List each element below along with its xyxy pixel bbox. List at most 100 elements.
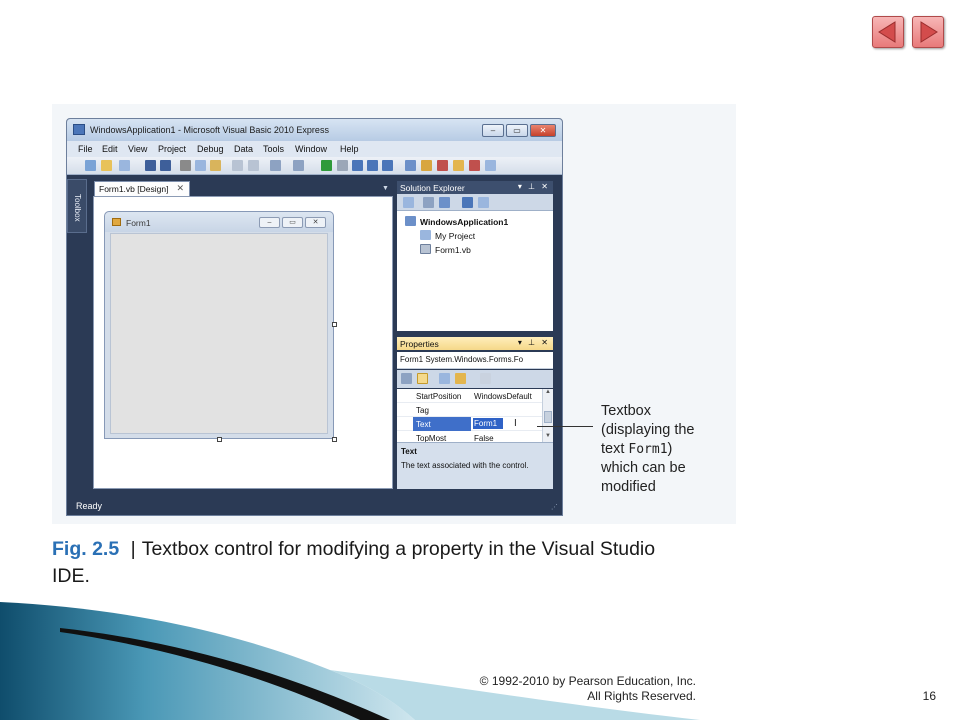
property-grid-scrollbar[interactable]: ▲ ▼ (542, 389, 553, 442)
show-all-files-icon[interactable] (423, 197, 434, 208)
property-value: WindowsDefault (474, 392, 532, 401)
menu-data[interactable]: Data (234, 144, 253, 154)
object-browser-icon[interactable] (453, 160, 464, 171)
text-property-textbox[interactable] (473, 418, 503, 429)
add-item-icon[interactable] (119, 160, 130, 171)
save-all-icon[interactable] (160, 160, 171, 171)
status-bar: Ready ⋰ (67, 496, 562, 515)
resize-handle-corner[interactable] (332, 437, 337, 442)
menu-debug[interactable]: Debug (197, 144, 224, 154)
output-window-icon[interactable] (485, 160, 496, 171)
property-row[interactable]: Tag (397, 403, 542, 417)
refresh-icon[interactable] (439, 197, 450, 208)
toolbox-label: Toolbox (73, 194, 82, 222)
menu-edit[interactable]: Edit (102, 144, 118, 154)
page-number: 16 (922, 689, 936, 703)
menu-bar: File Edit View Project Debug Data Tools … (67, 141, 562, 157)
uncomment-icon[interactable] (248, 160, 259, 171)
open-file-icon[interactable] (101, 160, 112, 171)
document-dropdown-icon[interactable]: ▼ (382, 185, 389, 192)
property-row[interactable]: TopMost False (397, 431, 542, 442)
close-tab-icon[interactable]: ✕ (176, 183, 184, 194)
copy-icon[interactable] (195, 160, 206, 171)
pin-icon[interactable]: ▾ ⊥ ✕ (518, 182, 550, 191)
window-title: WindowsApplication1 - Microsoft Visual B… (90, 125, 329, 135)
solution-explorer-icon[interactable] (405, 160, 416, 171)
undo-icon[interactable] (270, 160, 281, 171)
menu-project[interactable]: Project (158, 144, 186, 154)
ibeam-cursor-icon: I (514, 418, 517, 429)
scroll-thumb[interactable] (544, 411, 552, 423)
step-out-icon[interactable] (382, 160, 393, 171)
standard-toolbar (67, 157, 562, 175)
property-row[interactable]: StartPosition WindowsDefault (397, 389, 542, 403)
next-slide-button[interactable] (912, 16, 944, 48)
minimize-button[interactable]: – (482, 124, 504, 137)
caption-separator: | (130, 538, 136, 560)
property-pages-icon[interactable] (480, 373, 491, 384)
form-maximize-icon: ▭ (282, 217, 303, 228)
menu-file[interactable]: File (78, 144, 93, 154)
new-project-icon[interactable] (85, 160, 96, 171)
toolbox-tab[interactable]: Toolbox (67, 179, 87, 233)
form-file-icon (420, 244, 431, 254)
figure-label: Fig. 2.5 (52, 538, 120, 560)
view-designer-icon[interactable] (478, 197, 489, 208)
object-selector[interactable]: Form1 System.Windows.Forms.Fo (397, 352, 553, 369)
menu-window[interactable]: Window (295, 144, 327, 154)
cut-icon[interactable] (180, 160, 191, 171)
save-icon[interactable] (145, 160, 156, 171)
start-debugging-icon[interactable] (321, 160, 332, 171)
solution-explorer-title-bar: Solution Explorer ▾ ⊥ ✕ (397, 181, 553, 194)
object-selector-value: Form1 System.Windows.Forms.Fo (400, 355, 524, 364)
events-icon[interactable] (455, 373, 466, 384)
property-name: TopMost (416, 434, 447, 442)
alphabetical-icon[interactable] (417, 373, 428, 384)
categorized-icon[interactable] (401, 373, 412, 384)
tree-item-form1[interactable]: Form1.vb (420, 244, 471, 255)
form1-designer[interactable]: Form1 – ▭ ✕ (104, 211, 334, 439)
menu-help[interactable]: Help (340, 144, 359, 154)
properties-view-icon[interactable] (439, 373, 450, 384)
maximize-button[interactable]: ▭ (506, 124, 528, 137)
properties-pin-icon[interactable]: ▾ ⊥ ✕ (518, 338, 550, 347)
visual-basic-icon (73, 124, 85, 135)
previous-slide-button[interactable] (872, 16, 904, 48)
resize-grip-icon: ⋰ (551, 504, 558, 511)
property-name: StartPosition (416, 392, 462, 401)
form-icon (112, 218, 121, 226)
toolbox-icon[interactable] (437, 160, 448, 171)
properties-icon[interactable] (403, 197, 414, 208)
paste-icon[interactable] (210, 160, 221, 171)
menu-view[interactable]: View (128, 144, 147, 154)
properties-title-bar: Properties ▾ ⊥ ✕ (397, 337, 553, 350)
resize-handle-bottom[interactable] (217, 437, 222, 442)
step-into-icon[interactable] (352, 160, 363, 171)
form-close-icon: ✕ (305, 217, 326, 228)
scroll-down-icon[interactable]: ▼ (545, 433, 551, 439)
property-row-text-selected[interactable]: Text I (397, 417, 542, 431)
menu-tools[interactable]: Tools (263, 144, 284, 154)
scroll-up-icon[interactable]: ▲ (545, 389, 551, 395)
redo-icon[interactable] (293, 160, 304, 171)
copyright-notice: © 1992-2010 by Pearson Education, Inc. A… (479, 674, 696, 703)
properties-toolbar (397, 370, 553, 388)
step-over-icon[interactable] (367, 160, 378, 171)
resize-handle-right[interactable] (332, 322, 337, 327)
caption-text: Textbox control for modifying a property… (52, 538, 656, 587)
property-grid: StartPosition WindowsDefault Tag Text I … (397, 389, 553, 442)
close-button[interactable]: ✕ (530, 124, 556, 137)
tab-label: Form1.vb [Design] (99, 184, 169, 194)
form1-client-area[interactable] (110, 233, 328, 434)
solution-explorer-title: Solution Explorer (400, 183, 465, 193)
view-code-icon[interactable] (462, 197, 473, 208)
error-list-icon[interactable] (469, 160, 480, 171)
tab-form1-design[interactable]: Form1.vb [Design] ✕ (94, 181, 190, 196)
tree-item-my-project[interactable]: My Project (420, 230, 475, 241)
properties-window-icon[interactable] (421, 160, 432, 171)
property-value: False (474, 434, 494, 442)
tree-item-project[interactable]: WindowsApplication1 (405, 216, 508, 227)
comment-icon[interactable] (232, 160, 243, 171)
stop-debugging-icon[interactable] (337, 160, 348, 171)
status-text: Ready (76, 501, 103, 511)
